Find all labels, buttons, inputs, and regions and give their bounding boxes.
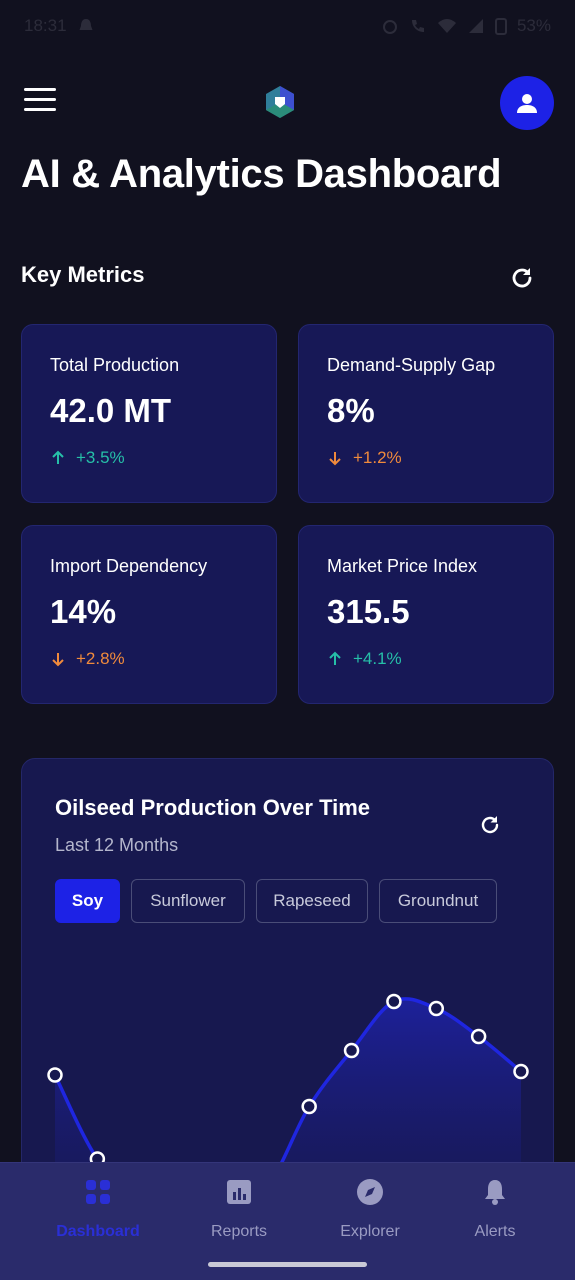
home-indicator (208, 1262, 367, 1267)
filter-chip-sunflower[interactable]: Sunflower (131, 879, 245, 923)
metric-change-value: +4.1% (353, 649, 402, 668)
metric-value: 42.0 MT (50, 392, 172, 429)
chart-point-12[interactable] (513, 1063, 529, 1080)
page-title: AI & Analytics Dashboard (21, 152, 502, 196)
nav-label: Dashboard (56, 1223, 140, 1240)
chart-point-7[interactable] (301, 1098, 317, 1115)
metric-card-demand-supply-gap[interactable]: Demand-Supply Gap 8% +1.2% (298, 324, 554, 503)
wifi-icon (437, 19, 456, 33)
grid-icon (83, 1177, 113, 1207)
metric-card-import-dependency[interactable]: Import Dependency 14% +2.8% (21, 525, 277, 704)
filter-chip-soy[interactable]: Soy (55, 879, 120, 923)
status-bar: 18:31 53% (0, 0, 575, 52)
refresh-icon[interactable] (508, 264, 536, 292)
metric-change: +1.2% (327, 448, 525, 468)
menu-icon-line (24, 98, 56, 101)
nav-item-alerts[interactable]: Alerts (430, 1177, 560, 1241)
metric-change: +3.5% (50, 448, 248, 468)
menu-icon (24, 88, 56, 91)
chart-title: Oilseed Production Over Time (55, 795, 371, 820)
nav-label: Reports (210, 1223, 268, 1240)
dashboard-screen: 18:31 53% AI & Analytics Dashboard Key M… (0, 0, 575, 1280)
chart-point-8[interactable] (343, 1042, 360, 1059)
alarm-icon (382, 20, 397, 34)
menu-icon-line (24, 108, 56, 111)
arrow-up-icon (52, 450, 64, 464)
filter-chip-rapeseed[interactable]: Rapeseed (256, 879, 368, 923)
metric-value: 8% (327, 392, 375, 429)
metric-label: Import Dependency (50, 556, 208, 576)
chart-point-10[interactable] (428, 1000, 445, 1017)
metric-value: 315.5 (327, 593, 410, 630)
metric-change: +4.1% (327, 649, 525, 669)
arrow-down-icon (329, 452, 341, 466)
nav-label: Explorer (340, 1223, 400, 1240)
filter-chip-groundnut[interactable]: Groundnut (379, 879, 497, 923)
metric-change-value: +1.2% (353, 448, 402, 467)
metric-value: 14% (50, 593, 117, 630)
bell-icon (480, 1177, 510, 1207)
bar-chart-icon (224, 1177, 254, 1207)
battery-icon (494, 18, 507, 35)
arrow-down-icon (52, 653, 64, 667)
nav-item-reports[interactable]: Reports (174, 1177, 304, 1241)
metric-label: Market Price Index (327, 556, 478, 576)
chart-subtitle: Last 12 Months (55, 835, 179, 855)
notification-icon (79, 19, 93, 30)
battery-percent: 53% (516, 16, 551, 35)
metric-card-market-price-index[interactable]: Market Price Index 315.5 +4.1% (298, 525, 554, 704)
arrow-up-icon (329, 651, 341, 665)
top-app-bar (0, 70, 575, 134)
crop-filter-chips: Soy Sunflower Rapeseed Groundnut (55, 879, 497, 923)
nav-item-explorer[interactable]: Explorer (305, 1177, 435, 1241)
call-icon (411, 20, 424, 32)
signal-icon (468, 19, 483, 33)
chart-point-1[interactable] (47, 1067, 63, 1083)
metric-change-value: +2.8% (76, 649, 125, 668)
hexagon-logo-icon (266, 86, 294, 118)
key-metrics-title: Key Metrics (21, 262, 145, 287)
metric-label: Demand-Supply Gap (327, 355, 496, 375)
nav-item-dashboard[interactable]: Dashboard (33, 1177, 163, 1241)
nav-label: Alerts (474, 1223, 516, 1240)
profile-button[interactable] (500, 76, 554, 130)
metric-change-value: +3.5% (76, 448, 125, 467)
metric-label: Total Production (50, 355, 180, 375)
chart-refresh-icon[interactable] (478, 813, 502, 837)
person-icon (517, 94, 537, 113)
metric-change: +2.8% (50, 649, 248, 669)
status-time: 18:31 (24, 16, 67, 35)
menu-button[interactable] (24, 88, 58, 116)
chart-point-9[interactable] (386, 993, 402, 1010)
compass-icon (355, 1177, 385, 1207)
chart-point-11[interactable] (470, 1028, 487, 1045)
metric-card-total-production[interactable]: Total Production 42.0 MT +3.5% (21, 324, 277, 503)
